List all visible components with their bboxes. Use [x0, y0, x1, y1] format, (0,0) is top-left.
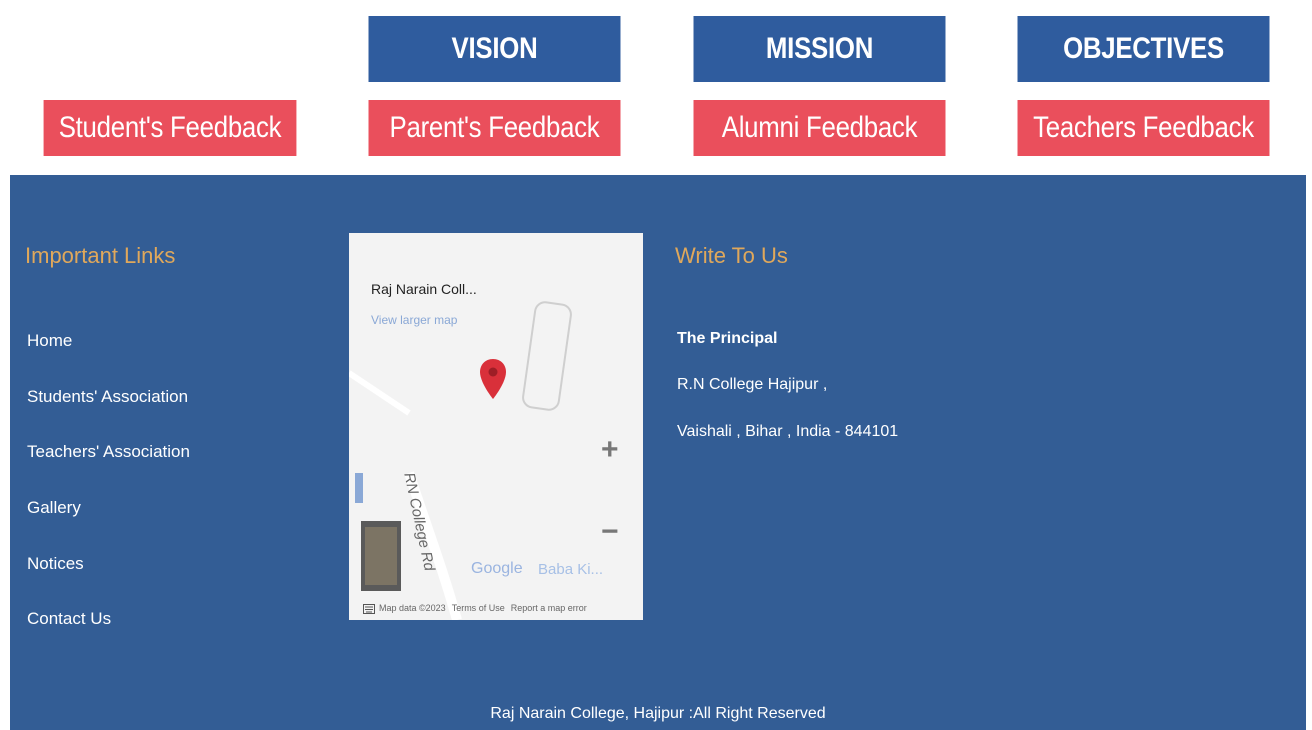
mission-button-label: MISSION	[765, 32, 874, 65]
vision-button[interactable]: VISION	[368, 16, 621, 82]
student-feedback-button[interactable]: Student's Feedback	[43, 100, 297, 156]
footer-link-contact-us[interactable]: Contact Us	[27, 609, 111, 629]
footer-link-teachers-association[interactable]: Teachers' Association	[27, 442, 190, 462]
map-nearby-place-label: Baba Ki...	[538, 561, 604, 578]
teachers-feedback-label: Teachers Feedback	[1033, 111, 1254, 144]
zoom-in-button[interactable]: +	[601, 433, 619, 467]
alumni-feedback-button[interactable]: Alumni Feedback	[693, 100, 946, 156]
map-data-text: Map data ©2023	[379, 603, 446, 613]
footer-link-students-association[interactable]: Students' Association	[27, 387, 188, 407]
embedded-map[interactable]: Raj Narain Coll... View larger map RN Co…	[349, 233, 643, 620]
map-place-title: Raj Narain Coll...	[371, 281, 477, 297]
parent-feedback-label: Parent's Feedback	[389, 111, 600, 144]
recipient-name: The Principal	[677, 330, 778, 347]
copyright-text: Raj Narain College, Hajipur :All Right R…	[490, 705, 826, 722]
teachers-feedback-button[interactable]: Teachers Feedback	[1017, 100, 1270, 156]
zoom-out-button[interactable]: −	[601, 515, 619, 549]
site-footer: Important Links Home Students' Associati…	[10, 175, 1306, 730]
report-map-error-link[interactable]: Report a map error	[511, 603, 587, 613]
objectives-button-label: OBJECTIVES	[1063, 32, 1224, 65]
vision-button-label: VISION	[451, 32, 538, 65]
google-logo: Google	[471, 560, 523, 577]
alumni-feedback-label: Alumni Feedback	[721, 111, 918, 144]
address-line-2: Vaishali , Bihar , India - 844101	[677, 423, 899, 440]
important-links-heading: Important Links	[25, 243, 176, 268]
address-line-1: R.N College Hajipur ,	[677, 376, 828, 393]
view-larger-map-link[interactable]: View larger map	[371, 313, 457, 327]
parent-feedback-button[interactable]: Parent's Feedback	[368, 100, 621, 156]
write-to-us-heading: Write To Us	[675, 243, 788, 268]
map-pin-icon	[480, 359, 506, 399]
objectives-button[interactable]: OBJECTIVES	[1017, 16, 1270, 82]
student-feedback-label: Student's Feedback	[58, 111, 282, 144]
mission-button[interactable]: MISSION	[693, 16, 946, 82]
footer-link-home[interactable]: Home	[27, 331, 72, 351]
footer-link-gallery[interactable]: Gallery	[27, 498, 81, 518]
map-attribution: Map data ©2023 Terms of Use Report a map e…	[379, 603, 593, 613]
keyboard-icon[interactable]	[363, 604, 375, 614]
footer-link-notices[interactable]: Notices	[27, 554, 84, 574]
terms-of-use-link[interactable]: Terms of Use	[452, 603, 505, 613]
